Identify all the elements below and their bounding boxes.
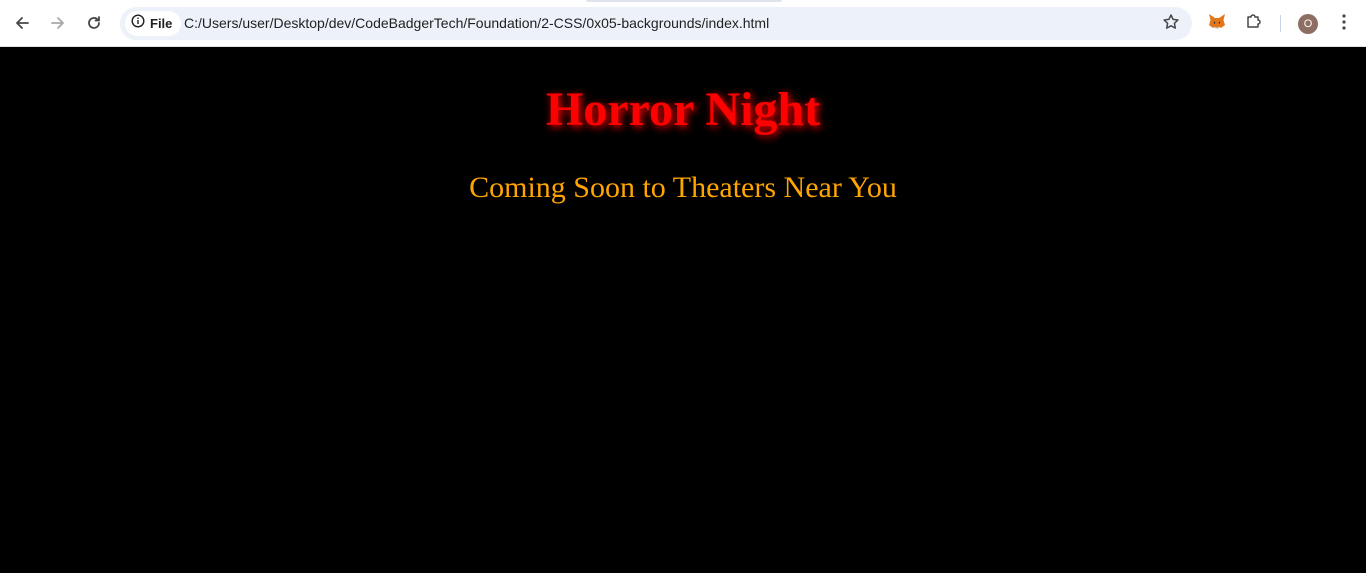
star-icon xyxy=(1162,13,1180,36)
browser-toolbar: File C:/Users/user/Desktop/dev/CodeBadge… xyxy=(0,0,1366,47)
scheme-chip-label: File xyxy=(150,16,173,31)
puzzle-icon xyxy=(1245,12,1263,35)
kebab-menu-icon xyxy=(1342,13,1346,35)
address-bar[interactable]: File C:/Users/user/Desktop/dev/CodeBadge… xyxy=(120,7,1192,40)
arrow-left-icon xyxy=(14,15,30,31)
url-text[interactable]: C:/Users/user/Desktop/dev/CodeBadgerTech… xyxy=(184,7,769,40)
forward-button[interactable] xyxy=(44,9,72,37)
toolbar-divider xyxy=(1280,15,1281,32)
reload-icon xyxy=(86,15,102,31)
profile-avatar[interactable]: O xyxy=(1298,14,1318,34)
bookmark-button[interactable] xyxy=(1160,13,1182,35)
back-button[interactable] xyxy=(8,9,36,37)
reload-button[interactable] xyxy=(80,9,108,37)
metamask-extension-button[interactable] xyxy=(1205,11,1229,35)
tab-strip-edge xyxy=(586,0,782,2)
fox-icon xyxy=(1207,11,1227,36)
browser-menu-button[interactable] xyxy=(1334,12,1354,36)
extensions-button[interactable] xyxy=(1242,11,1266,35)
arrow-right-icon xyxy=(50,15,66,31)
info-icon xyxy=(131,14,145,33)
page-title: Horror Night xyxy=(545,83,821,136)
site-info-chip[interactable]: File xyxy=(125,11,182,36)
page-subtitle: Coming Soon to Theaters Near You xyxy=(469,171,897,204)
page-content: Horror Night Coming Soon to Theaters Nea… xyxy=(0,48,1366,573)
